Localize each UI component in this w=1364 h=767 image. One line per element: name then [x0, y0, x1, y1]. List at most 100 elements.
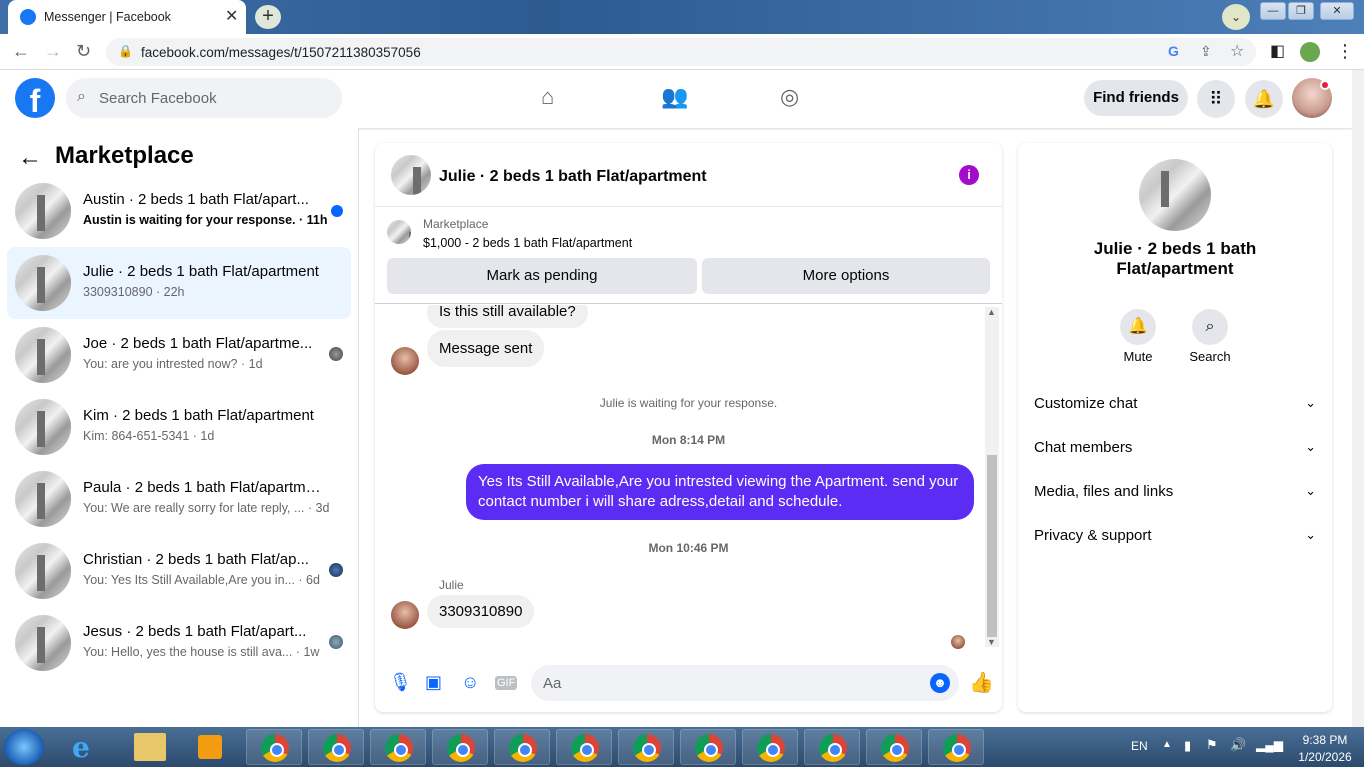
photo-icon[interactable]: ▣ [425, 672, 442, 693]
chrome-taskbar-item[interactable] [246, 729, 302, 765]
chrome-taskbar-item[interactable] [742, 729, 798, 765]
chrome-icon [323, 734, 351, 762]
notifications-bell-icon[interactable]: 🔔 [1245, 80, 1283, 118]
battery-icon[interactable]: ▮ [1184, 738, 1191, 754]
listing-thumbnail [387, 220, 411, 244]
new-tab-button[interactable]: + [255, 5, 281, 29]
chrome-taskbar-item[interactable] [866, 729, 922, 765]
chrome-taskbar-item[interactable] [308, 729, 364, 765]
conversation-item[interactable]: Christian · 2 beds 1 bath Flat/ap... You… [7, 535, 351, 607]
listing-price[interactable]: $1,000 - 2 beds 1 bath Flat/apartment [423, 236, 632, 250]
thumbs-up-icon[interactable]: 👍 [969, 670, 994, 695]
customize-chat-section[interactable]: Customize chat ⌄ [1034, 385, 1316, 425]
page-scrollbar[interactable] [1352, 70, 1364, 727]
bookmark-star-icon[interactable]: ☆ [1230, 41, 1244, 61]
chrome-taskbar-item[interactable] [928, 729, 984, 765]
conversation-item[interactable]: Jesus · 2 beds 1 bath Flat/apart... You:… [7, 607, 351, 679]
mark-as-pending-button[interactable]: Mark as pending [387, 258, 697, 294]
tab-close-icon[interactable]: ✕ [225, 6, 238, 26]
conversation-item[interactable]: Paula · 2 beds 1 bath Flat/apartment You… [7, 463, 351, 535]
chat-title[interactable]: Julie · 2 beds 1 bath Flat/apartment [439, 168, 707, 186]
conversation-item[interactable]: Austin · 2 beds 1 bath Flat/apart... Aus… [7, 175, 351, 247]
chrome-icon [943, 734, 971, 762]
friends-icon[interactable]: 👥 [661, 84, 688, 110]
chrome-icon [385, 734, 413, 762]
conversation-item[interactable]: Kim · 2 beds 1 bath Flat/apartment Kim: … [7, 391, 351, 463]
chrome-taskbar-item[interactable] [556, 729, 612, 765]
chrome-taskbar-item[interactable] [370, 729, 426, 765]
scrollbar-thumb[interactable] [987, 455, 997, 637]
conversation-name: Julie · 2 beds 1 bath Flat/apartment [83, 263, 319, 280]
chat-members-section[interactable]: Chat members ⌄ [1034, 429, 1316, 469]
back-arrow-icon[interactable]: ← [18, 144, 42, 172]
home-icon[interactable]: ⌂ [541, 84, 554, 110]
chat-scrollbar[interactable]: ▲ ▼ [985, 307, 999, 647]
search-icon[interactable]: ⌕ [1192, 309, 1228, 345]
facebook-logo-icon[interactable]: f [15, 78, 55, 119]
chevron-down-icon: ⌄ [1305, 527, 1316, 542]
chrome-taskbar-item[interactable] [432, 729, 488, 765]
chevron-down-icon: ⌄ [1305, 439, 1316, 454]
network-signal-icon[interactable]: ▂▄▆ [1256, 738, 1283, 752]
sender-avatar [391, 601, 419, 629]
listing-thumbnail [15, 327, 71, 383]
window-close-button[interactable]: ✕ [1320, 2, 1354, 20]
language-indicator[interactable]: EN [1131, 739, 1148, 753]
find-friends-button[interactable]: Find friends [1084, 80, 1188, 116]
menu-kebab-icon[interactable]: ⋮ [1336, 41, 1354, 62]
media-player-icon[interactable] [198, 735, 222, 759]
action-center-flag-icon[interactable]: ⚑ [1206, 737, 1218, 753]
volume-icon[interactable]: 🔊 [1230, 737, 1246, 753]
file-explorer-icon[interactable] [134, 733, 166, 761]
chrome-taskbar-item[interactable] [680, 729, 736, 765]
emoji-icon[interactable]: ☻ [930, 673, 950, 693]
media-files-links-section[interactable]: Media, files and links ⌄ [1034, 473, 1316, 513]
marketplace-listing-bar: Marketplace $1,000 - 2 beds 1 bath Flat/… [375, 208, 1002, 304]
show-hidden-icons-icon[interactable]: ▲ [1162, 739, 1172, 750]
chrome-taskbar-item[interactable] [494, 729, 550, 765]
url-bar[interactable]: 🔒 facebook.com/messages/t/15072113803570… [106, 38, 1256, 66]
info-icon[interactable]: i [959, 165, 979, 185]
chrome-taskbar-item[interactable] [804, 729, 860, 765]
back-arrow-icon[interactable]: ← [12, 41, 30, 62]
profile-icon[interactable] [1300, 42, 1320, 62]
mute-bell-icon[interactable]: 🔔 [1120, 309, 1156, 345]
chrome-taskbar-item[interactable] [618, 729, 674, 765]
google-icon[interactable]: G [1168, 43, 1179, 59]
minimize-button[interactable]: — [1260, 2, 1286, 20]
scroll-down-icon[interactable]: ▼ [987, 637, 996, 647]
timestamp: Mon 10:46 PM [648, 541, 729, 555]
side-panel-icon[interactable]: ◧ [1270, 41, 1285, 61]
chat-listing-avatar[interactable] [391, 155, 431, 195]
privacy-support-section[interactable]: Privacy & support ⌄ [1034, 517, 1316, 557]
conversation-avatar [1139, 159, 1211, 231]
tab-search-chevron-icon[interactable]: ⌄ [1222, 4, 1250, 30]
search-input[interactable]: ⌕ Search Facebook [66, 78, 342, 118]
gif-icon[interactable]: GIF [495, 676, 518, 690]
start-button[interactable] [4, 729, 44, 765]
conversation-name: Jesus · 2 beds 1 bath Flat/apart... [83, 623, 307, 640]
search-label: Search [1189, 349, 1231, 364]
clock-time[interactable]: 9:38 PM [1290, 733, 1360, 747]
conversation-item[interactable]: Julie · 2 beds 1 bath Flat/apartment 330… [7, 247, 351, 319]
more-options-button[interactable]: More options [702, 258, 990, 294]
scroll-up-icon[interactable]: ▲ [987, 307, 996, 317]
reload-icon[interactable]: ↻ [76, 41, 91, 62]
unread-dot [331, 205, 343, 217]
account-avatar[interactable] [1292, 78, 1332, 118]
clock-date[interactable]: 1/20/2026 [1290, 750, 1360, 764]
forward-arrow-icon[interactable]: → [44, 41, 62, 62]
message-input[interactable]: Aa ☻ [531, 665, 959, 701]
system-notice: Julie is waiting for your response. [599, 396, 778, 410]
panel-title: Marketplace [55, 142, 194, 169]
internet-explorer-icon[interactable]: e [72, 731, 90, 764]
groups-icon[interactable]: ◎ [780, 84, 799, 110]
share-icon[interactable]: ⇪ [1200, 43, 1212, 60]
sticker-icon[interactable]: ☺ [461, 672, 479, 693]
menu-grid-icon[interactable]: ⠿ [1197, 80, 1235, 118]
microphone-icon[interactable]: 🎙 [389, 672, 412, 693]
restore-button[interactable]: ❐ [1288, 2, 1314, 20]
section-label: Privacy & support [1034, 527, 1152, 544]
conversation-item[interactable]: Joe · 2 beds 1 bath Flat/apartme... You:… [7, 319, 351, 391]
browser-tab[interactable]: Messenger | Facebook ✕ [8, 0, 246, 34]
